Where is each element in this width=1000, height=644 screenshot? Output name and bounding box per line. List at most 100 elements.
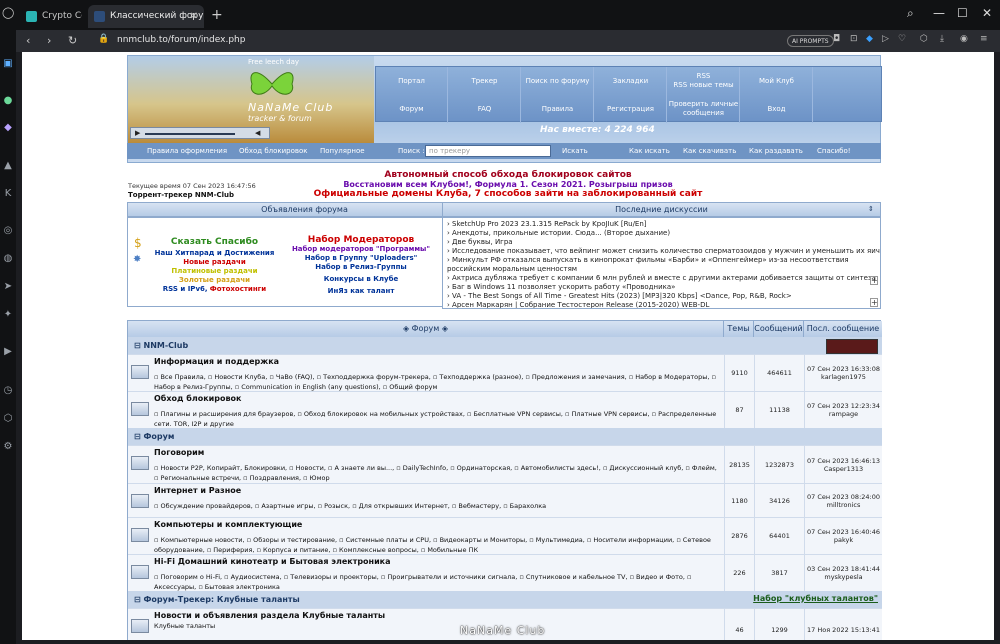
- menu-register[interactable]: Регистрация: [595, 95, 667, 123]
- play-icon[interactable]: ▶: [135, 129, 140, 137]
- tab-crypto[interactable]: Crypto Corne: [20, 5, 82, 28]
- photohosting-link[interactable]: Фотохостинги: [210, 285, 266, 293]
- maximize-icon[interactable]: ☐: [957, 6, 968, 20]
- uploaders-link[interactable]: Набор в Группу "Uploaders": [286, 254, 436, 263]
- subforums[interactable]: ▫ Плагины и расширения для браузеров, ▫ …: [154, 409, 722, 429]
- discussion-item[interactable]: › Баг в Windows 11 позволяет ускорить ра…: [443, 283, 868, 292]
- play-icon[interactable]: ▷: [882, 34, 889, 44]
- close-window-icon[interactable]: ✕: [982, 6, 992, 20]
- volume-icon[interactable]: ◀: [255, 129, 260, 137]
- collapse-icon[interactable]: ⇕: [868, 205, 874, 213]
- extensions-icon[interactable]: ⬡: [2, 413, 14, 425]
- inyaz-link[interactable]: ИнЯз как талант: [286, 287, 436, 296]
- last-post[interactable]: 07 Сен 2023 16:33:08 karlagen1975: [804, 355, 882, 391]
- subforums[interactable]: Клубные таланты: [154, 621, 722, 631]
- vpn-icon[interactable]: ◆: [866, 34, 873, 44]
- forum-name[interactable]: Обход блокировок: [154, 394, 241, 403]
- close-tab-icon[interactable]: ✕: [190, 5, 198, 28]
- menu-my-club[interactable]: Мой Клуб: [741, 67, 813, 95]
- talents-recruit-link[interactable]: Набор "клубных талантов": [753, 594, 878, 603]
- forum-row[interactable]: Информация и поддержка ▫ Все Правила, ▫ …: [128, 354, 882, 391]
- k-icon[interactable]: K: [2, 188, 14, 200]
- history-icon[interactable]: ◷: [2, 385, 14, 397]
- contests-link[interactable]: Конкурсы в Клубе: [286, 275, 436, 284]
- subforums[interactable]: ▫ Поговорим о Hi-Fi, ▫ Аудиосистема, ▫ Т…: [154, 572, 722, 592]
- say-thanks-link[interactable]: Сказать Спасибо: [152, 238, 277, 247]
- search-icon[interactable]: ⌕: [907, 6, 914, 21]
- hitparade-link[interactable]: Наш Хитпарад и Достижения: [152, 249, 277, 258]
- camera-icon[interactable]: ◘: [833, 34, 840, 44]
- last-post[interactable]: 17 Ноя 2022 15:13:41: [804, 609, 882, 640]
- settings-icon[interactable]: ⚙: [2, 441, 14, 453]
- link-thanks[interactable]: Спасибо!: [817, 147, 851, 155]
- last-post[interactable]: 07 Сен 2023 16:46:13 Casper1313: [804, 446, 882, 483]
- platinum-link[interactable]: Платиновые раздачи: [152, 267, 277, 276]
- moderators-link[interactable]: Набор Модераторов: [286, 236, 436, 245]
- last-post[interactable]: 03 Сен 2023 18:41:44 myskypesla: [804, 555, 882, 591]
- menu-bookmarks[interactable]: Закладки: [595, 67, 667, 95]
- chat-icon[interactable]: ●: [2, 95, 14, 107]
- menu-portal[interactable]: Портал: [376, 67, 448, 95]
- notice-link-restore[interactable]: Восстановим всем Клубом!,: [343, 180, 472, 189]
- last-post[interactable]: 07 Сен 2023 12:23:34 rampage: [804, 392, 882, 428]
- notice-link-domains[interactable]: Официальные домены Клуба,: [314, 189, 472, 199]
- last-post[interactable]: 07 Сен 2023 08:24:00 milltronics: [804, 484, 882, 517]
- discord-icon[interactable]: ◎: [2, 225, 14, 237]
- programs-moderators-link[interactable]: Набор модераторов "Программы": [286, 245, 436, 254]
- expand-icon[interactable]: +: [870, 276, 878, 285]
- menu-forum[interactable]: Форум: [376, 95, 448, 123]
- link-popular[interactable]: Популярное: [320, 147, 365, 155]
- opera-icon[interactable]: ◯: [2, 7, 14, 19]
- discussion-item[interactable]: › Актриса дубляжа требует с компании 6 м…: [443, 274, 876, 283]
- subforums[interactable]: ▫ Новости P2P, Копирайт, Блокировки, ▫ Н…: [154, 463, 722, 483]
- reload-icon[interactable]: ↻: [68, 34, 77, 47]
- forum-name[interactable]: Компьютеры и комплектующие: [154, 520, 302, 529]
- heart-icon[interactable]: ♡: [898, 34, 906, 44]
- profile-icon[interactable]: ◉: [960, 34, 968, 44]
- discussion-item[interactable]: › Исследование показывает, что вейпинг м…: [443, 247, 880, 256]
- rss-link[interactable]: RSS и IPv6,: [163, 285, 208, 293]
- forum-name[interactable]: Новости и объявления раздела Клубные тал…: [154, 611, 385, 620]
- telegram-icon[interactable]: ➤: [2, 281, 14, 293]
- link-bypass[interactable]: Обход блокировок: [239, 147, 308, 155]
- mountain-icon[interactable]: ▲: [2, 160, 14, 172]
- golden-link[interactable]: Золотые раздачи: [152, 276, 277, 285]
- minimize-icon[interactable]: —: [933, 6, 945, 20]
- forum-row[interactable]: Обход блокировок ▫ Плагины и расширения …: [128, 391, 882, 428]
- notice-link-ways[interactable]: 7 способов зайти на заблокированный сайт: [475, 189, 703, 199]
- forum-name[interactable]: Интернет и Разное: [154, 486, 241, 495]
- forum-row[interactable]: Поговорим ▫ Новости P2P, Копирайт, Блоки…: [128, 445, 882, 483]
- forum-name[interactable]: Hi-Fi Домашний кинотеатр и Бытовая элект…: [154, 557, 391, 566]
- category-nnm-club[interactable]: ⊟ NNM-Club: [128, 337, 882, 354]
- notice-title[interactable]: Автономный способ обхода блокировок сайт…: [22, 170, 994, 180]
- forum-row[interactable]: Hi-Fi Домашний кинотеатр и Бытовая элект…: [128, 554, 882, 591]
- menu-messages[interactable]: Проверить личные сообщения: [668, 95, 740, 123]
- menu-rules[interactable]: Правила: [522, 95, 594, 123]
- link-how-download[interactable]: Как скачивать: [683, 147, 736, 155]
- discussion-item[interactable]: › Арсен Маркарян | Собрание Тестостерон …: [443, 301, 868, 308]
- category-forum[interactable]: ⊟ Форум: [128, 428, 882, 445]
- audio-player[interactable]: ▶ ◀: [130, 127, 270, 139]
- tracker-search-input[interactable]: по трекеру: [425, 145, 551, 157]
- whatsapp-icon[interactable]: ◍: [2, 253, 14, 265]
- notice-link-f1[interactable]: Формула 1. Сезон 2021. Розыгрыш призов: [475, 180, 673, 189]
- forum-name[interactable]: Поговорим: [154, 448, 204, 457]
- cube-icon[interactable]: ⬡: [920, 34, 928, 44]
- forum-row[interactable]: Интернет и Разное ▫ Обсуждение провайдер…: [128, 483, 882, 517]
- new-tab-icon[interactable]: +: [211, 7, 223, 23]
- last-post[interactable]: 07 Сен 2023 16:40:46 pakyk: [804, 518, 882, 554]
- crypto-icon[interactable]: ◆: [2, 122, 14, 134]
- discussion-item[interactable]: › Анекдоты, прикольные истории. Сюда... …: [443, 229, 868, 238]
- menu-login[interactable]: Вход: [741, 95, 813, 123]
- twitter-icon[interactable]: ✦: [2, 309, 14, 321]
- subforums[interactable]: ▫ Обсуждение провайдеров, ▫ Азартные игр…: [154, 501, 722, 511]
- menu-rss[interactable]: RSS RSS новые темы: [668, 67, 740, 95]
- url-field[interactable]: nnmclub.to/forum/index.php: [117, 35, 245, 45]
- discussion-item[interactable]: › SketchUp Pro 2023 23.1.315 RePack by K…: [443, 220, 868, 229]
- link-design-rules[interactable]: Правила оформления: [147, 147, 227, 155]
- subforums[interactable]: ▫ Компьютерные новости, ▫ Обзоры и тести…: [154, 535, 722, 555]
- ai-prompts-button[interactable]: AI PROMPTS: [787, 35, 834, 47]
- back-icon[interactable]: ‹: [26, 34, 30, 47]
- workspace-icon[interactable]: ▣: [2, 58, 14, 70]
- player-icon[interactable]: ▶: [2, 346, 14, 358]
